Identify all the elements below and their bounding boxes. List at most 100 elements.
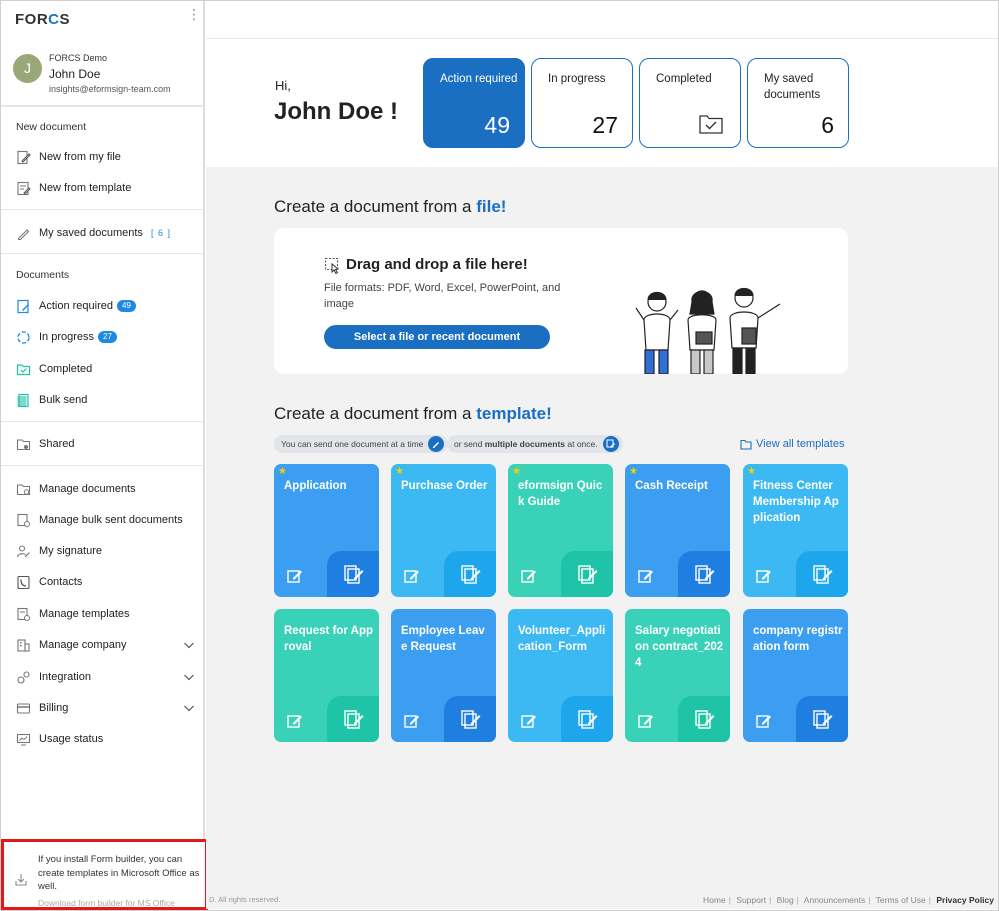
- sidebar: FORCS ⋮ J FORCS Demo John Doe insights@e…: [1, 1, 205, 909]
- sidebar-item-shared[interactable]: Shared: [15, 434, 74, 454]
- bulk-edit-icon: [602, 436, 619, 452]
- template-card[interactable]: ★ Purchase Order: [391, 464, 496, 597]
- stat-card-in-progress[interactable]: In progress 27: [531, 58, 633, 148]
- template-title: Request for Approval: [284, 625, 374, 653]
- template-icon: [15, 180, 31, 196]
- sidebar-item-new-from-file[interactable]: New from my file: [15, 147, 121, 167]
- template-card[interactable]: ★ eformsign Quick Guide: [508, 464, 613, 597]
- sidebar-item-bulk-send[interactable]: Bulk send: [15, 390, 87, 410]
- divider: [1, 421, 204, 422]
- favorite-star-icon[interactable]: ★: [278, 466, 287, 477]
- forcs-logo[interactable]: FORCS: [15, 11, 70, 28]
- footer-link-privacy[interactable]: Privacy Policy: [936, 895, 994, 905]
- edit-template-icon[interactable]: [520, 712, 538, 730]
- start-document-button[interactable]: [327, 696, 379, 742]
- start-document-button[interactable]: [678, 696, 730, 742]
- template-card[interactable]: Employee Leave Request: [391, 609, 496, 742]
- template-card[interactable]: ★ Cash Receipt: [625, 464, 730, 597]
- start-document-button[interactable]: [327, 551, 379, 597]
- sidebar-item-contacts[interactable]: Contacts: [15, 572, 82, 592]
- footer-links: Home | Support | Blog | Announcements | Term…: [703, 895, 994, 905]
- start-document-button[interactable]: [561, 551, 613, 597]
- sidebar-item-manage-documents[interactable]: Manage documents: [15, 479, 136, 499]
- send-single-pill[interactable]: You can send one document at a time: [274, 435, 449, 453]
- action-required-badge: 49: [117, 300, 136, 312]
- dropzone-title: Drag and drop a file here!: [346, 256, 528, 273]
- footer-link-blog[interactable]: Blog: [777, 895, 794, 905]
- footer-link-support[interactable]: Support: [736, 895, 766, 905]
- user-profile[interactable]: J FORCS Demo John Doe insights@eformsign…: [1, 41, 204, 107]
- start-document-button[interactable]: [678, 551, 730, 597]
- send-multiple-pill[interactable]: or send multiple documents at once.: [447, 435, 623, 453]
- completed-folder-icon: [15, 361, 31, 377]
- profile-name: John Doe: [49, 67, 101, 81]
- download-form-builder-link[interactable]: Download form builder for MS Office: [38, 898, 175, 908]
- profile-company: FORCS Demo: [49, 53, 108, 63]
- view-all-templates-link[interactable]: View all templates: [740, 438, 844, 450]
- edit-template-icon[interactable]: [755, 712, 773, 730]
- template-title: Cash Receipt: [635, 480, 708, 492]
- chevron-down-icon[interactable]: [183, 702, 195, 714]
- stat-card-my-saved[interactable]: My saved documents 6: [747, 58, 849, 148]
- template-card[interactable]: Salary negotiation contract_2024: [625, 609, 730, 742]
- favorite-star-icon[interactable]: ★: [629, 466, 638, 477]
- sidebar-item-billing[interactable]: Billing: [15, 698, 68, 718]
- template-card[interactable]: ★ Fitness Center Membership Application: [743, 464, 848, 597]
- start-document-button[interactable]: [796, 551, 848, 597]
- template-card[interactable]: Request for Approval: [274, 609, 379, 742]
- template-card[interactable]: company registration form: [743, 609, 848, 742]
- sidebar-item-my-saved-documents[interactable]: My saved documents [ 6 ]: [15, 223, 171, 243]
- sidebar-item-action-required[interactable]: Action required 49: [15, 296, 136, 316]
- edit-template-icon[interactable]: [637, 712, 655, 730]
- drag-file-icon: [324, 257, 340, 275]
- more-menu-icon[interactable]: ⋮: [187, 7, 201, 21]
- chevron-down-icon[interactable]: [183, 671, 195, 683]
- greeting-name: John Doe !: [274, 98, 398, 125]
- edit-template-icon[interactable]: [637, 567, 655, 585]
- footer-link-terms[interactable]: Terms of Use: [876, 895, 926, 905]
- template-card[interactable]: ★ Application: [274, 464, 379, 597]
- edit-template-icon[interactable]: [286, 712, 304, 730]
- file-edit-icon: [15, 149, 31, 165]
- footer-link-announcements[interactable]: Announcements: [804, 895, 865, 905]
- pencil-icon: [15, 225, 31, 241]
- file-dropzone[interactable]: Drag and drop a file here! File formats:…: [274, 228, 848, 374]
- sidebar-item-completed[interactable]: Completed: [15, 359, 92, 379]
- form-builder-promo[interactable]: If you install Form builder, you can cre…: [1, 839, 208, 910]
- sidebar-item-in-progress[interactable]: In progress 27: [15, 327, 117, 347]
- section-new-document: New document: [16, 121, 87, 133]
- template-card[interactable]: Volunteer_Application_Form: [508, 609, 613, 742]
- edit-template-icon[interactable]: [755, 567, 773, 585]
- favorite-star-icon[interactable]: ★: [512, 466, 521, 477]
- stat-card-completed[interactable]: Completed: [639, 58, 741, 148]
- start-document-icon: [344, 710, 364, 729]
- sidebar-item-manage-company[interactable]: Manage company: [15, 635, 126, 655]
- divider: [1, 253, 204, 254]
- footer-link-home[interactable]: Home: [703, 895, 726, 905]
- edit-template-icon[interactable]: [520, 567, 538, 585]
- chevron-down-icon[interactable]: [183, 639, 195, 651]
- start-document-icon: [344, 565, 364, 584]
- edit-template-icon[interactable]: [403, 567, 421, 585]
- start-document-button[interactable]: [444, 551, 496, 597]
- divider: [1, 465, 204, 466]
- sidebar-item-new-from-template[interactable]: New from template: [15, 178, 131, 198]
- dashboard-summary: Hi, John Doe ! Action required 49 In pro…: [206, 40, 998, 167]
- bulk-send-icon: [15, 392, 31, 408]
- edit-template-icon[interactable]: [403, 712, 421, 730]
- top-bar: [206, 1, 998, 39]
- stat-card-action-required[interactable]: Action required 49: [423, 58, 525, 148]
- sidebar-item-integration[interactable]: Integration: [15, 667, 91, 687]
- favorite-star-icon[interactable]: ★: [395, 466, 404, 477]
- sidebar-item-usage-status[interactable]: Usage status: [15, 729, 103, 749]
- favorite-star-icon[interactable]: ★: [747, 466, 756, 477]
- edit-template-icon[interactable]: [286, 567, 304, 585]
- template-title: eformsign Quick Guide: [518, 480, 603, 508]
- select-file-button[interactable]: Select a file or recent document: [324, 325, 550, 349]
- sidebar-item-manage-templates[interactable]: Manage templates: [15, 604, 130, 624]
- sidebar-item-manage-bulk[interactable]: Manage bulk sent documents: [15, 510, 183, 530]
- start-document-button[interactable]: [796, 696, 848, 742]
- start-document-button[interactable]: [444, 696, 496, 742]
- start-document-button[interactable]: [561, 696, 613, 742]
- sidebar-item-my-signature[interactable]: My signature: [15, 541, 102, 561]
